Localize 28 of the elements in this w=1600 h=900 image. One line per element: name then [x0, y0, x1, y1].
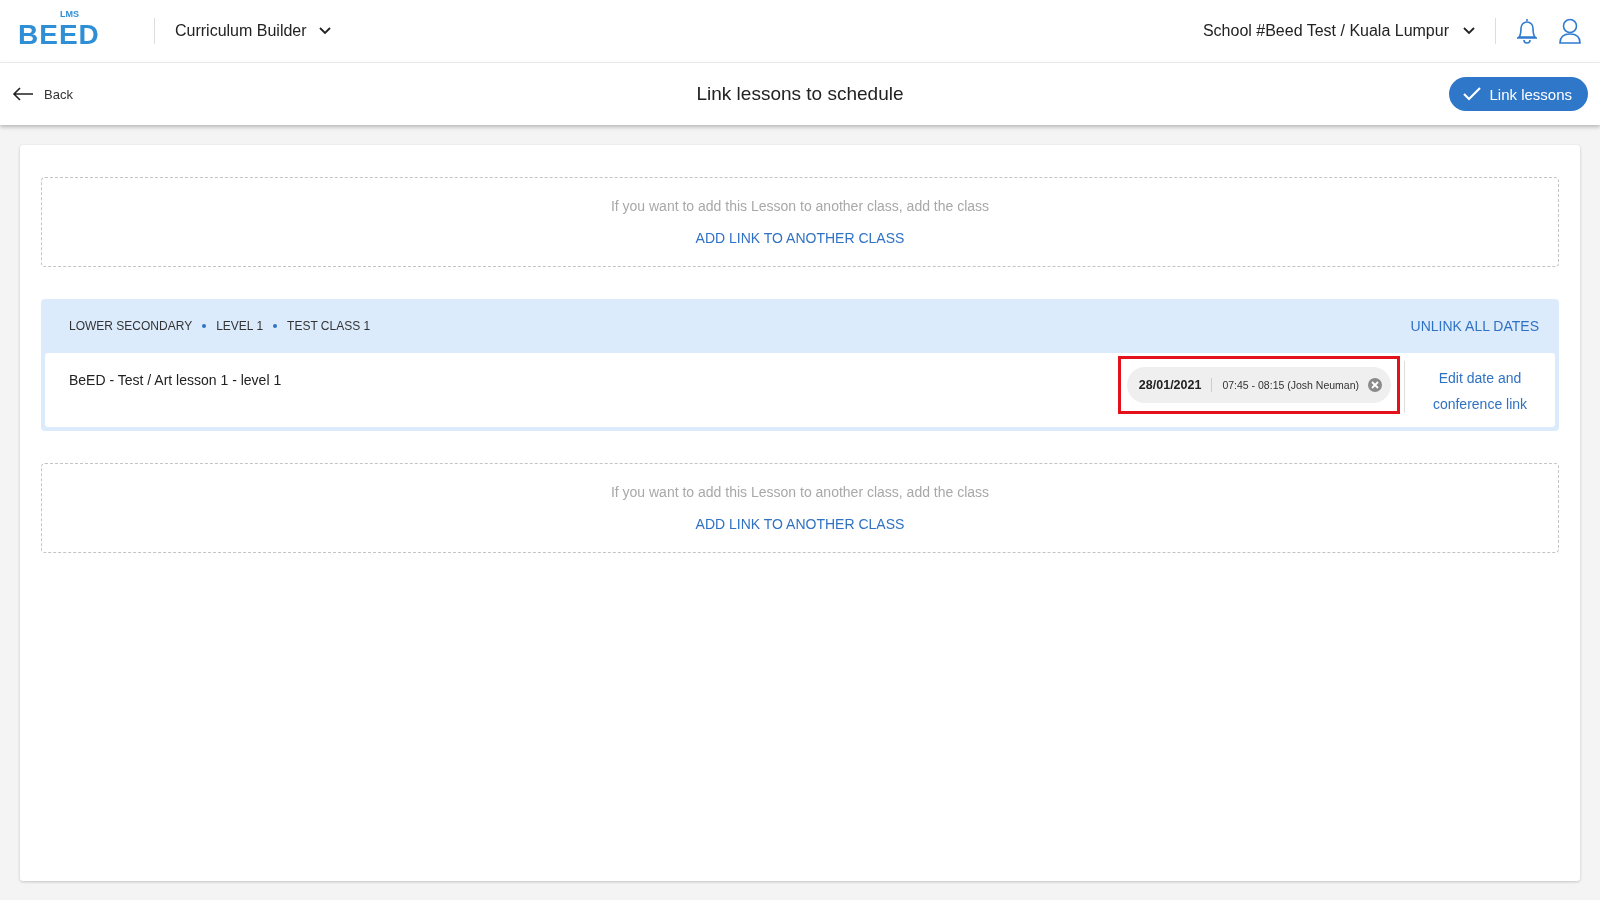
- date-text: 28/01/2021: [1138, 378, 1213, 392]
- user-icon[interactable]: [1558, 17, 1582, 45]
- add-link-button[interactable]: ADD LINK TO ANOTHER CLASS: [695, 230, 905, 246]
- school-dropdown[interactable]: School #Beed Test / Kuala Lumpur: [1196, 21, 1481, 41]
- chevron-down-icon: [1463, 27, 1475, 35]
- module-dropdown[interactable]: Curriculum Builder: [175, 22, 331, 40]
- hint-text: If you want to add this Lesson to another class, add the class: [610, 198, 990, 214]
- chevron-down-icon: [318, 27, 331, 35]
- back-link[interactable]: Back: [12, 86, 73, 102]
- bell-icon[interactable]: [1514, 17, 1540, 45]
- breadcrumb-item: LEVEL 1: [216, 319, 264, 333]
- unlink-all-button[interactable]: UNLINK ALL DATES: [1410, 318, 1539, 334]
- hint-text: If you want to add this Lesson to another class, add the class: [610, 484, 990, 500]
- breadcrumb-item: LOWER SECONDARY: [69, 319, 193, 333]
- remove-icon[interactable]: [1367, 377, 1383, 393]
- edit-date-link[interactable]: Edit date and conference link: [1405, 353, 1555, 417]
- page-title: Link lessons to schedule: [696, 83, 904, 105]
- separator-dot-icon: [202, 324, 207, 328]
- add-link-button[interactable]: ADD LINK TO ANOTHER CLASS: [695, 516, 905, 532]
- time-text: 07:45 - 08:15 (Josh Neuman): [1221, 379, 1360, 391]
- breadcrumb-item: TEST CLASS 1: [287, 319, 371, 333]
- logo-subtitle: LMS: [60, 9, 79, 19]
- logo-text[interactable]: BEED: [18, 19, 100, 51]
- link-lessons-button[interactable]: Link lessons: [1449, 77, 1588, 111]
- arrow-left-icon: [12, 87, 34, 101]
- lesson-title: BeED - Test / Art lesson 1 - level 1: [69, 371, 283, 388]
- separator-dot-icon: [273, 324, 278, 328]
- check-icon: [1463, 87, 1482, 101]
